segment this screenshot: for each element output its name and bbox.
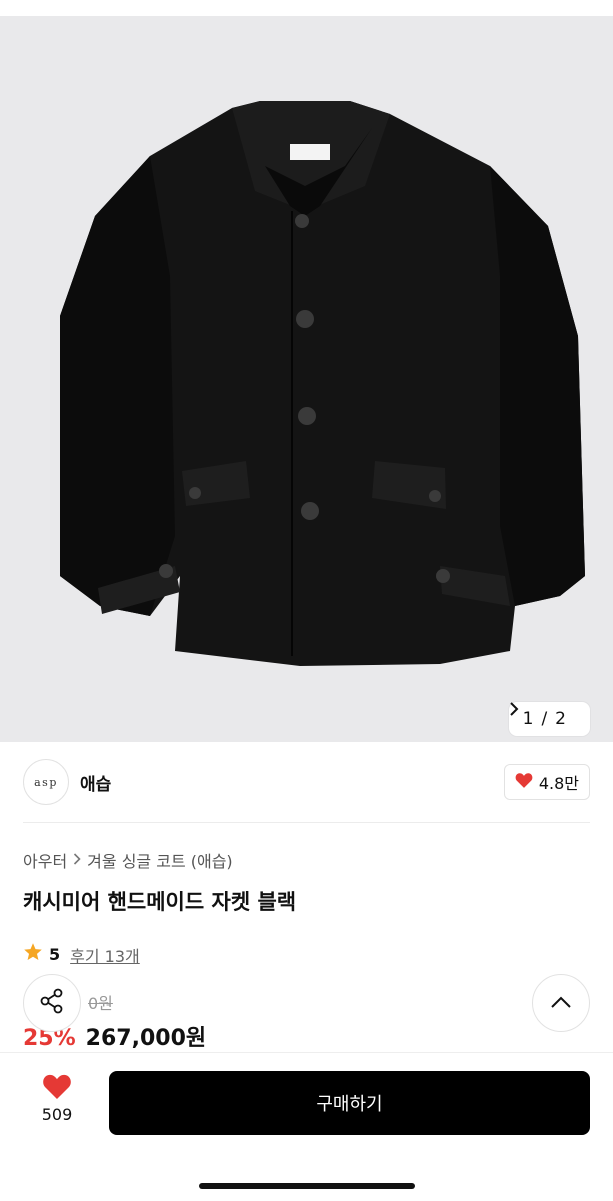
home-indicator — [199, 1183, 415, 1189]
heart-icon — [515, 772, 533, 792]
image-counter[interactable]: 1 / 2 — [508, 702, 590, 736]
share-button[interactable] — [23, 974, 81, 1032]
wishlist-button[interactable]: 509 — [30, 1073, 84, 1124]
bottom-action-bar: 509 구매하기 — [0, 1052, 613, 1201]
product-title: 캐시미어 핸드메이드 자켓 블랙 — [23, 890, 297, 914]
store-logo[interactable]: asp — [23, 759, 69, 805]
counter-separator: / — [541, 709, 548, 729]
sale-price: 267,000원 — [85, 1026, 207, 1051]
star-icon — [23, 942, 43, 967]
product-image-carousel[interactable]: 1 / 2 — [0, 16, 613, 742]
breadcrumb: 아우터 겨울 싱글 코트 (애습) — [23, 848, 233, 872]
breadcrumb-category[interactable]: 아우터 — [23, 848, 67, 872]
original-price: 0원 — [88, 994, 113, 1013]
wishlist-count: 509 — [41, 1105, 73, 1124]
store-name[interactable]: 애습 — [80, 770, 111, 795]
store-like-button[interactable]: 4.8만 — [503, 764, 590, 800]
chevron-right-icon — [73, 851, 81, 869]
jacket-image — [60, 101, 585, 666]
chevron-up-icon — [550, 994, 572, 1013]
status-bar — [0, 0, 613, 16]
reviews-link[interactable]: 후기 13개 — [70, 943, 140, 967]
share-icon — [38, 987, 66, 1019]
scroll-top-button[interactable] — [532, 974, 590, 1032]
breadcrumb-subcategory[interactable]: 겨울 싱글 코트 (애습) — [87, 848, 233, 872]
store-row: asp 애습 4.8만 — [0, 742, 613, 822]
divider — [23, 822, 590, 823]
buy-button[interactable]: 구매하기 — [109, 1071, 590, 1135]
rating-score: 5 — [49, 945, 61, 964]
counter-total: 2 — [555, 709, 566, 729]
heart-icon — [42, 1074, 72, 1103]
counter-current: 1 — [522, 709, 534, 729]
rating-row: 5 후기 13개 — [23, 942, 140, 967]
store-like-count: 4.8만 — [538, 774, 579, 793]
